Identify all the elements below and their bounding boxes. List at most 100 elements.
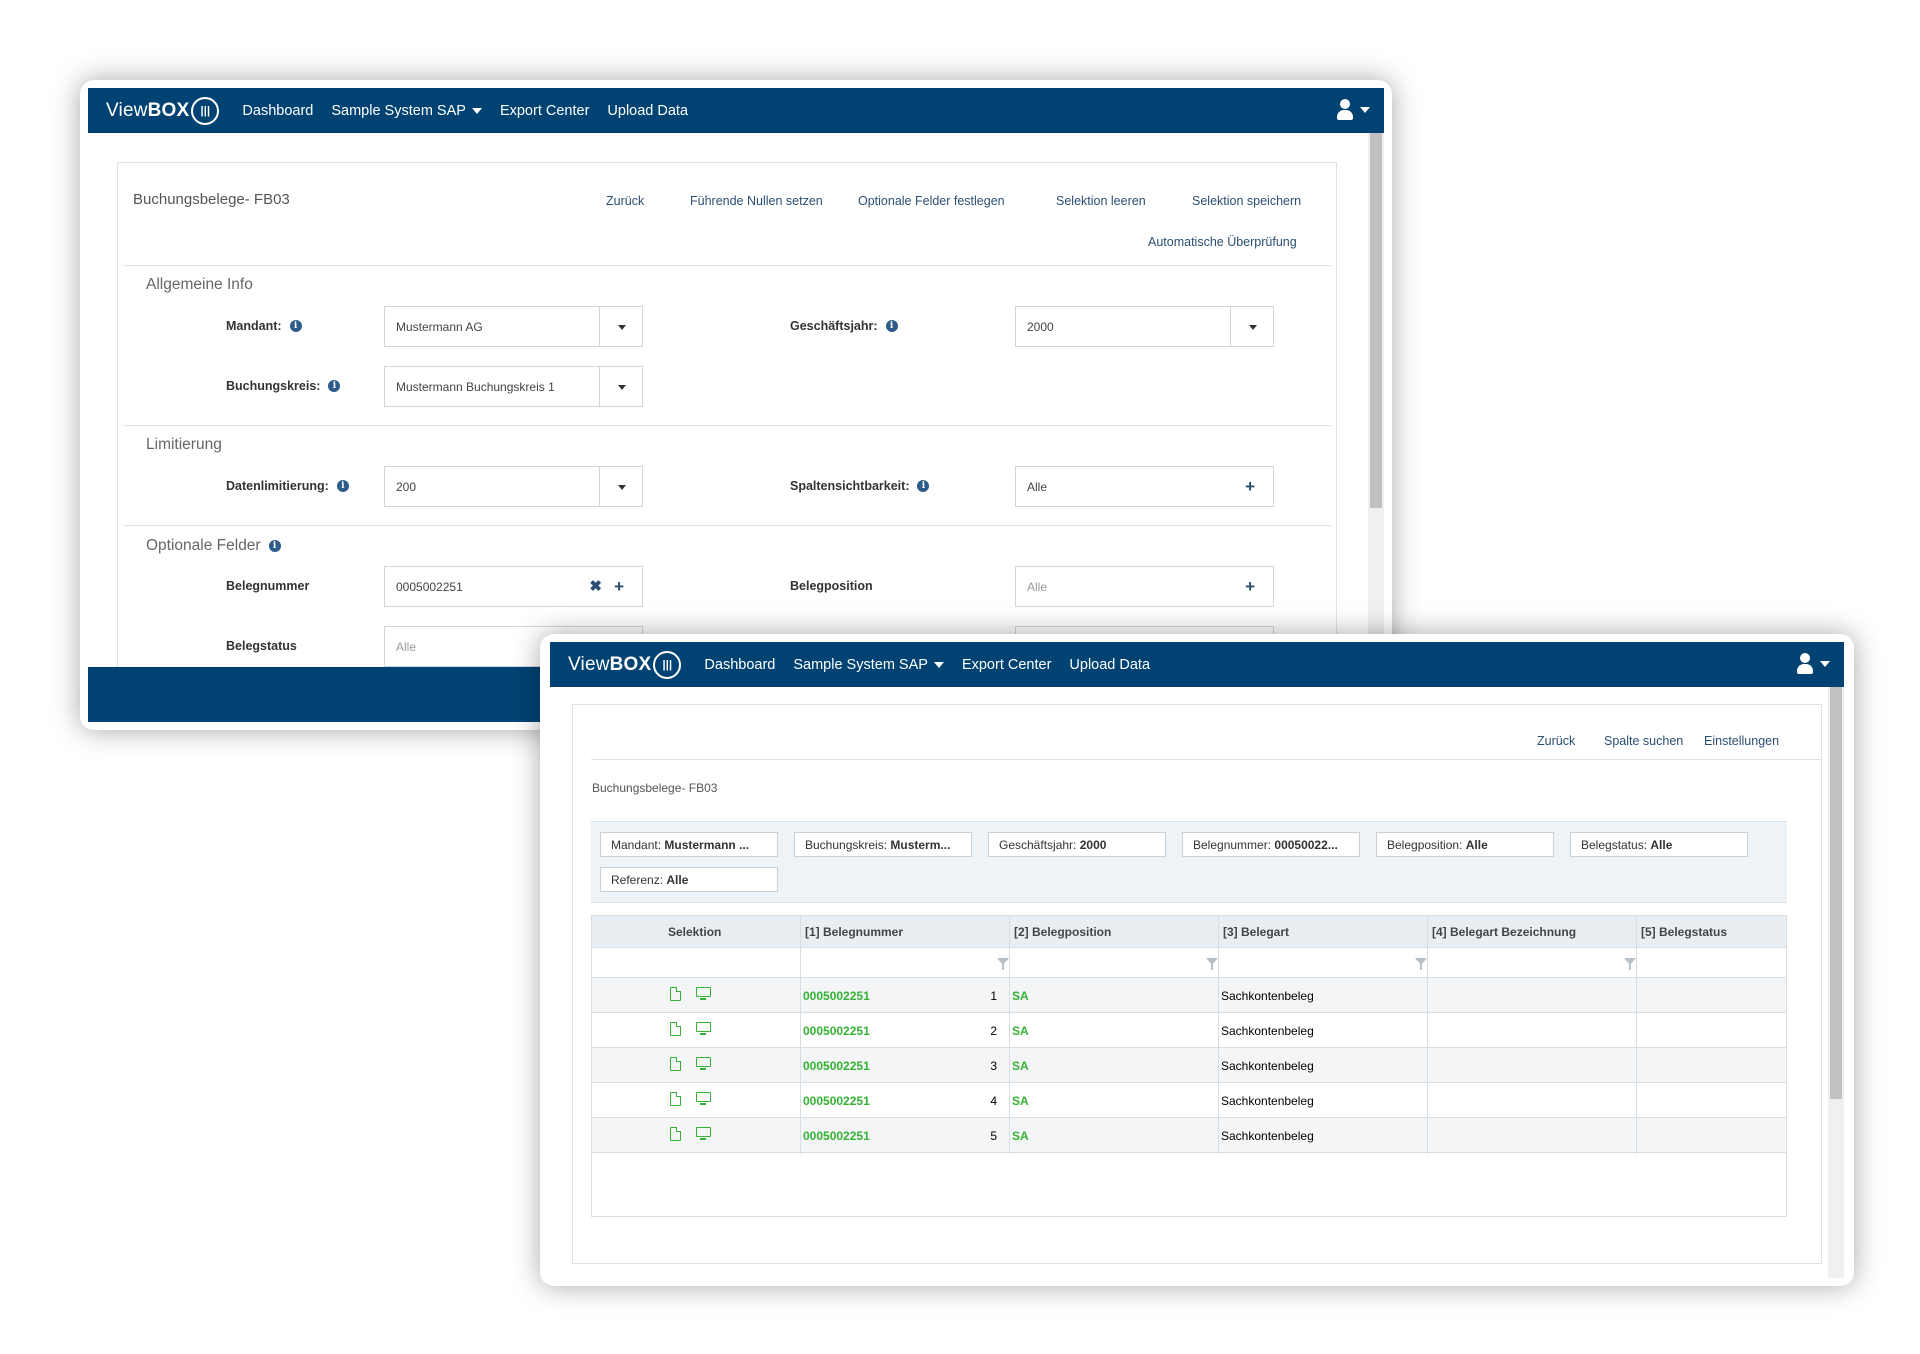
table-row[interactable]: 0005002251 4 SA Sachkontenbeleg bbox=[592, 1083, 1786, 1118]
brand-text-light: View bbox=[568, 653, 610, 675]
nav-upload-data[interactable]: Upload Data bbox=[607, 103, 688, 119]
monitor-icon[interactable] bbox=[696, 1057, 711, 1070]
cell-belegart[interactable]: SA bbox=[1012, 1129, 1029, 1143]
monitor-icon[interactable] bbox=[696, 987, 711, 1000]
cell-belegnummer[interactable]: 0005002251 bbox=[803, 1129, 870, 1143]
document-icon[interactable] bbox=[670, 1057, 681, 1071]
nav-upload-data[interactable]: Upload Data bbox=[1069, 657, 1150, 673]
clear-selection-link[interactable]: Selektion leeren bbox=[1056, 194, 1146, 208]
cell-belegart[interactable]: SA bbox=[1012, 1094, 1029, 1108]
leading-zeros-link[interactable]: Führende Nullen setzen bbox=[690, 194, 823, 208]
optional-fields-link[interactable]: Optionale Felder festlegen bbox=[858, 194, 1005, 208]
chip-geschaeftsjahr[interactable]: Geschäftsjahr: 2000 bbox=[988, 832, 1166, 857]
settings-link[interactable]: Einstellungen bbox=[1704, 734, 1779, 748]
cell-belegart[interactable]: SA bbox=[1012, 1059, 1029, 1073]
user-menu[interactable] bbox=[1796, 653, 1830, 675]
cell-belegnummer[interactable]: 0005002251 bbox=[803, 1024, 870, 1038]
table-row[interactable]: 0005002251 3 SA Sachkontenbeleg bbox=[592, 1048, 1786, 1083]
document-icon[interactable] bbox=[670, 1022, 681, 1036]
nav-dashboard[interactable]: Dashboard bbox=[704, 657, 775, 673]
auto-check-link[interactable]: Automatische Überprüfung bbox=[1148, 235, 1297, 249]
info-icon[interactable]: i bbox=[917, 480, 930, 492]
plus-icon[interactable]: + bbox=[614, 577, 624, 597]
datenlimitierung-select[interactable]: 200 bbox=[384, 466, 643, 507]
monitor-icon[interactable] bbox=[696, 1092, 711, 1105]
clear-icon[interactable]: ✖ bbox=[589, 577, 602, 595]
dropdown-caret-icon[interactable] bbox=[599, 367, 642, 406]
geschaeftsjahr-select[interactable]: 2000 bbox=[1015, 306, 1274, 347]
user-menu[interactable] bbox=[1336, 99, 1370, 121]
info-icon[interactable]: i bbox=[328, 380, 341, 392]
plus-icon[interactable]: + bbox=[1245, 577, 1255, 597]
monitor-icon[interactable] bbox=[696, 1127, 711, 1140]
cell-belegart[interactable]: SA bbox=[1012, 989, 1029, 1003]
filter-icon[interactable] bbox=[1206, 958, 1218, 970]
belegposition-label: Belegposition bbox=[790, 579, 873, 593]
info-icon[interactable]: i bbox=[289, 320, 302, 332]
cell-bezeichnung: Sachkontenbeleg bbox=[1221, 1024, 1314, 1038]
table-row[interactable]: 0005002251 2 SA Sachkontenbeleg bbox=[592, 1013, 1786, 1048]
belegposition-field[interactable]: Alle + bbox=[1015, 566, 1274, 607]
save-selection-link[interactable]: Selektion speichern bbox=[1192, 194, 1301, 208]
cell-belegnummer[interactable]: 0005002251 bbox=[803, 1094, 870, 1108]
scrollbar[interactable] bbox=[1828, 687, 1844, 1278]
cell-belegposition: 4 bbox=[990, 1094, 997, 1108]
chip-key: Geschäftsjahr: bbox=[999, 838, 1077, 852]
cell-belegart[interactable]: SA bbox=[1012, 1024, 1029, 1038]
chip-mandant[interactable]: Mandant: Mustermann ... bbox=[600, 832, 778, 857]
table-row[interactable]: 0005002251 5 SA Sachkontenbeleg bbox=[592, 1118, 1786, 1153]
filter-icon[interactable] bbox=[1415, 958, 1427, 970]
column-header-belegposition[interactable]: [2] Belegposition bbox=[1014, 925, 1111, 939]
chip-belegstatus[interactable]: Belegstatus: Alle bbox=[1570, 832, 1748, 857]
nav-sample-system-sap[interactable]: Sample System SAP bbox=[331, 103, 482, 119]
back-link[interactable]: Zurück bbox=[1537, 734, 1575, 748]
divider bbox=[123, 265, 1331, 266]
document-icon[interactable] bbox=[670, 1127, 681, 1141]
column-header-selektion[interactable]: Selektion bbox=[668, 925, 721, 939]
dropdown-caret-icon[interactable] bbox=[1230, 307, 1273, 346]
back-link[interactable]: Zurück bbox=[606, 194, 644, 208]
nav-export-center[interactable]: Export Center bbox=[500, 103, 589, 119]
cell-belegnummer[interactable]: 0005002251 bbox=[803, 989, 870, 1003]
table-row[interactable]: 0005002251 1 SA Sachkontenbeleg bbox=[592, 978, 1786, 1013]
column-header-belegnummer[interactable]: [1] Belegnummer bbox=[805, 925, 903, 939]
cell-bezeichnung: Sachkontenbeleg bbox=[1221, 1129, 1314, 1143]
info-icon[interactable]: i bbox=[268, 540, 281, 552]
monitor-icon[interactable] bbox=[696, 1022, 711, 1035]
chip-key: Belegnummer: bbox=[1193, 838, 1272, 852]
plus-icon[interactable]: + bbox=[1245, 477, 1255, 497]
chip-buchungskreis[interactable]: Buchungskreis: Musterm... bbox=[794, 832, 972, 857]
spaltensichtbarkeit-field[interactable]: Alle + bbox=[1015, 466, 1274, 507]
chip-key: Referenz: bbox=[611, 873, 664, 887]
column-header-belegart-bezeichnung[interactable]: [4] Belegart Bezeichnung bbox=[1432, 925, 1576, 939]
chip-referenz[interactable]: Referenz: Alle bbox=[600, 867, 778, 892]
brand-logo[interactable]: View BOX ||| bbox=[106, 96, 220, 125]
info-icon[interactable]: i bbox=[336, 480, 349, 492]
filter-icon[interactable] bbox=[1624, 958, 1636, 970]
brand-logo[interactable]: View BOX ||| bbox=[568, 650, 682, 679]
chip-belegposition[interactable]: Belegposition: Alle bbox=[1376, 832, 1554, 857]
info-icon[interactable]: i bbox=[885, 320, 898, 332]
column-header-belegart[interactable]: [3] Belegart bbox=[1223, 925, 1289, 939]
section-title-allgemeine: Allgemeine Info bbox=[146, 276, 253, 293]
belegnummer-field[interactable]: 0005002251 ✖ + bbox=[384, 566, 643, 607]
mandant-select[interactable]: Mustermann AG bbox=[384, 306, 643, 347]
scrollbar-thumb[interactable] bbox=[1830, 687, 1842, 1099]
document-icon[interactable] bbox=[670, 987, 681, 1001]
caret-down-icon bbox=[471, 107, 482, 114]
buchungskreis-select[interactable]: Mustermann Buchungskreis 1 bbox=[384, 366, 643, 407]
dropdown-caret-icon[interactable] bbox=[599, 307, 642, 346]
chip-belegnummer[interactable]: Belegnummer: 00050022... bbox=[1182, 832, 1360, 857]
column-divider bbox=[1427, 916, 1428, 1154]
nav-export-center[interactable]: Export Center bbox=[962, 657, 1051, 673]
cell-belegnummer[interactable]: 0005002251 bbox=[803, 1059, 870, 1073]
column-header-belegstatus[interactable]: [5] Belegstatus bbox=[1641, 925, 1727, 939]
scrollbar-thumb[interactable] bbox=[1370, 133, 1382, 508]
nav-dashboard[interactable]: Dashboard bbox=[242, 103, 313, 119]
navbar: View BOX ||| Dashboard Sample System SAP … bbox=[550, 642, 1844, 687]
filter-icon[interactable] bbox=[997, 958, 1009, 970]
dropdown-caret-icon[interactable] bbox=[599, 467, 642, 506]
nav-sample-system-sap[interactable]: Sample System SAP bbox=[793, 657, 944, 673]
search-column-link[interactable]: Spalte suchen bbox=[1604, 734, 1683, 748]
document-icon[interactable] bbox=[670, 1092, 681, 1106]
